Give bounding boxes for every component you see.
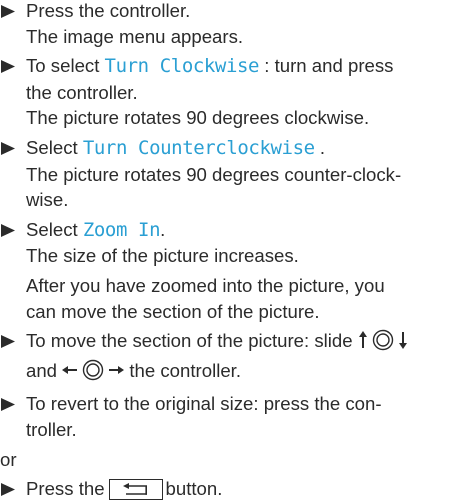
back-arrow-icon (122, 483, 147, 495)
step-text: Press the controller. (26, 0, 191, 21)
menu-command-zoom-in: Zoom In (82, 218, 161, 241)
bullet-arrow-icon (1, 328, 19, 354)
step-text-post: . (314, 136, 326, 158)
bullet-arrow-icon (1, 476, 19, 502)
alternative-or: or (0, 447, 464, 473)
step-text: To move the section of the picture: slid… (26, 330, 353, 352)
step-text-pre: Press the (26, 478, 105, 500)
step-turn-clockwise: To select Turn Clockwise : turn and pres… (0, 53, 464, 131)
step-text-post: the controller. (129, 359, 242, 381)
step-move-section: To move the section of the picture: slid… (0, 328, 464, 387)
step-result: The image menu appears. (26, 25, 244, 47)
step-result: The picture rotates 90 degrees clockwise… (26, 107, 370, 129)
step-text-cont: troller. (26, 418, 77, 440)
step-result: The picture rotates 90 degrees counter-c… (26, 163, 402, 185)
bullet-arrow-icon (1, 53, 19, 79)
step-text-pre: To select (26, 55, 105, 77)
step-text-post: . (160, 218, 166, 240)
step-note-cont: can move the section of the picture. (26, 300, 320, 322)
step-press-back-button: Press the button. (0, 476, 464, 502)
step-turn-counterclockwise: Select Turn Counterclockwise . The pictu… (0, 135, 464, 213)
step-text-post: : turn and press (259, 55, 394, 77)
step-text: the controller. (26, 81, 138, 103)
step-zoom-in: Select Zoom In. The size of the picture … (0, 217, 464, 324)
step-text-post: button. (165, 478, 223, 500)
menu-command-turn-clockwise: Turn Clockwise (104, 55, 260, 78)
bullet-arrow-icon (1, 217, 19, 243)
controller-slide-up-down-icon (358, 329, 408, 358)
step-result-cont: wise. (26, 189, 69, 211)
step-text: To revert to the original size: press th… (26, 393, 382, 415)
step-text-pre: Select (26, 136, 83, 158)
step-note: After you have zoomed into the picture, … (26, 274, 385, 296)
or-label: or (0, 448, 17, 470)
controller-slide-left-right-icon (62, 359, 125, 388)
menu-command-turn-counterclockwise: Turn Counterclockwise (82, 136, 315, 159)
step-result: The size of the picture increases. (26, 245, 299, 267)
step-text-pre: and (26, 359, 58, 381)
bullet-arrow-icon (1, 391, 19, 417)
step-press-controller: Press the controller. The image menu app… (0, 0, 464, 49)
bullet-arrow-icon (1, 135, 19, 161)
step-revert-size: To revert to the original size: press th… (0, 391, 464, 442)
step-text-pre: Select (26, 218, 83, 240)
bullet-arrow-icon (1, 0, 19, 24)
instruction-page: Press the controller. The image menu app… (0, 0, 464, 502)
back-button (108, 479, 163, 501)
